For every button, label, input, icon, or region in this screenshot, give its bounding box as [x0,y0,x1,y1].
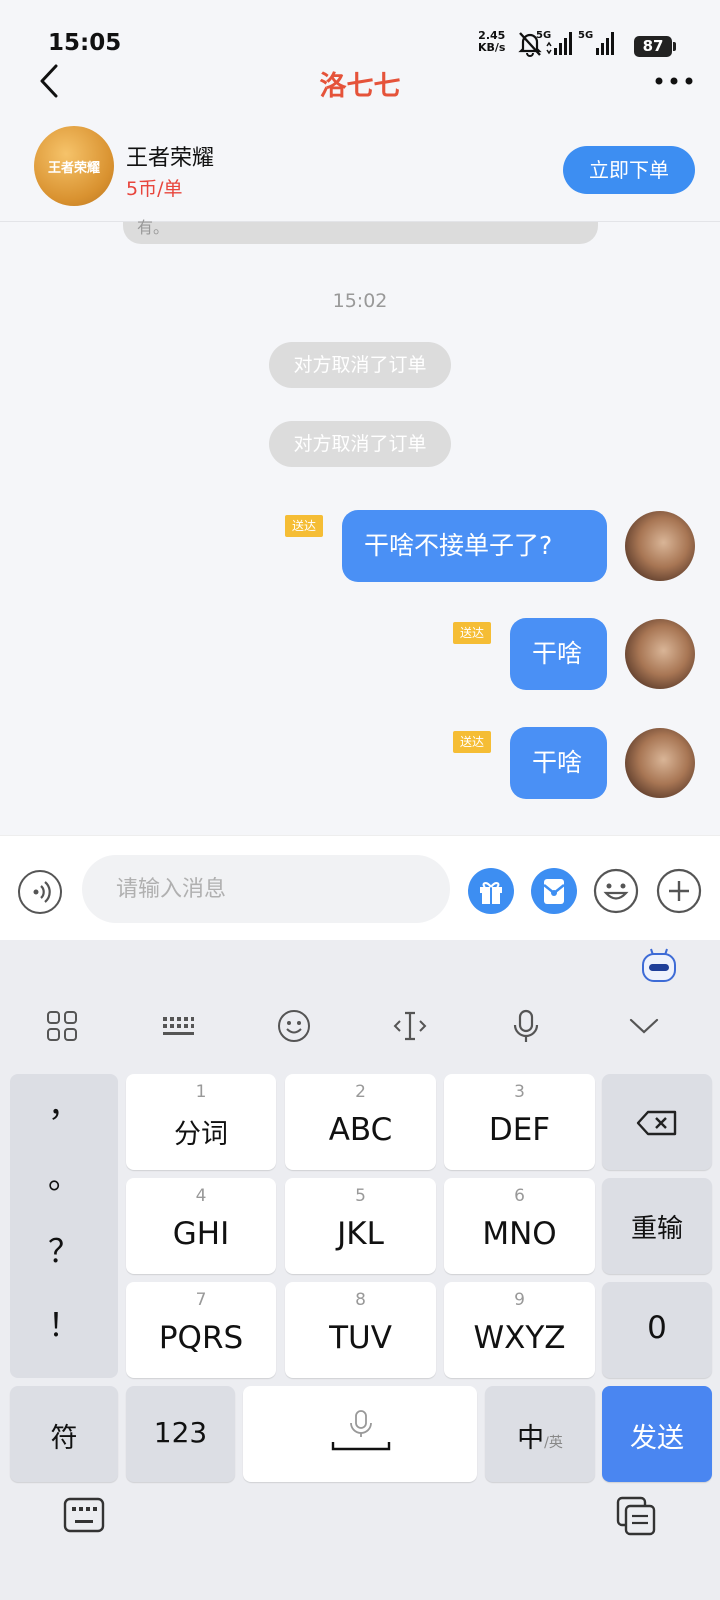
space-mic-icon [331,1410,391,1451]
lang-main: 中 [517,1423,545,1454]
system-message: 对方取消了订单 [269,342,451,388]
page-title: 洛七七 [319,71,401,102]
key-2[interactable]: 2 ABC [285,1074,436,1170]
punct-question[interactable]: ？ [10,1226,118,1272]
key-6[interactable]: 6 MNO [444,1178,595,1274]
game-name: 王者荣耀 [126,146,215,171]
message-bubble[interactable]: 干啥 [510,618,607,690]
previous-message-bubble: 有。 [123,218,598,244]
key-9[interactable]: 9 WXYZ [444,1282,595,1378]
game-logo: 王者荣耀 [34,126,114,206]
status-time: 15:05 [48,30,122,56]
punctuation-column[interactable]: ， 。 ？ ！ [10,1074,118,1378]
signal-icon [596,32,614,55]
clipboard-icon[interactable] [614,1494,658,1538]
backspace-key[interactable] [602,1074,712,1170]
language-switch-key[interactable]: 中/英 [485,1386,595,1482]
more-icon[interactable] [654,76,694,86]
voice-input-icon[interactable] [17,869,63,915]
system-message: 对方取消了订单 [269,421,451,467]
key-3[interactable]: 3 DEF [444,1074,595,1170]
lang-sub: /英 [544,1435,563,1451]
message-input-bar [0,835,720,940]
battery-indicator: 87 [634,36,672,57]
chat-timestamp: 15:02 [332,290,388,312]
game-logo-text: 王者荣耀 [47,160,100,176]
keyboard-assistant-icon[interactable] [640,945,678,985]
key-7[interactable]: 7 PQRS [126,1282,276,1378]
avatar[interactable] [625,619,695,689]
key-0[interactable]: 0 [602,1282,712,1378]
key-4[interactable]: 4 GHI [126,1178,276,1274]
status-bar: 15:05 2.45 KB/s 5G 5G 87 [0,0,720,60]
punct-comma[interactable]: ， [10,1080,118,1126]
reinput-key[interactable]: 重输 [602,1178,712,1274]
keyboard-layout-icon[interactable] [158,1006,198,1046]
red-packet-icon[interactable] [531,868,577,914]
keyboard-apps-icon[interactable] [42,1006,82,1046]
cursor-edit-icon[interactable] [390,1006,430,1046]
key-5[interactable]: 5 JKL [285,1178,436,1274]
numbers-key[interactable]: 123 [126,1386,235,1482]
keyboard-switch-icon[interactable] [62,1496,106,1534]
delivered-tag: 送达 [453,731,492,753]
previous-message-fragment: 有。 [137,218,170,237]
game-price: 5币/单 [126,178,183,200]
keyboard-mic-icon[interactable] [506,1006,546,1046]
keyboard: ， 。 ？ ！ 1 分词 2 ABC 3 DEF 4 GHI 5 JKL 6 M… [0,940,720,1600]
send-key[interactable]: 发送 [602,1386,712,1482]
signal-icon [546,32,572,55]
plus-icon[interactable] [656,868,702,914]
avatar[interactable] [625,511,695,581]
avatar[interactable] [625,728,695,798]
keyboard-emoji-icon[interactable] [274,1006,314,1046]
order-now-button[interactable]: 立即下单 [563,146,695,194]
backspace-icon [636,1110,677,1136]
message-input[interactable] [82,855,450,923]
gift-icon[interactable] [468,868,514,914]
delivered-tag: 送达 [285,515,324,537]
collapse-keyboard-icon[interactable] [624,1006,664,1046]
product-bar: 王者荣耀 王者荣耀 5币/单 立即下单 [0,122,720,222]
message-bubble[interactable]: 干啥 [510,727,607,799]
emoji-icon[interactable] [593,868,639,914]
message-bubble[interactable]: 干啥不接单子了? [342,510,607,582]
key-8[interactable]: 8 TUV [285,1282,436,1378]
battery-tip [673,42,676,51]
space-key[interactable] [243,1386,477,1482]
delivered-tag: 送达 [453,622,492,644]
symbols-key[interactable]: 符 [10,1386,118,1482]
network-speed: 2.45 KB/s [478,29,506,54]
punct-period[interactable]: 。 [10,1152,118,1198]
punct-exclamation[interactable]: ！ [10,1300,118,1346]
key-1[interactable]: 1 分词 [126,1074,276,1170]
